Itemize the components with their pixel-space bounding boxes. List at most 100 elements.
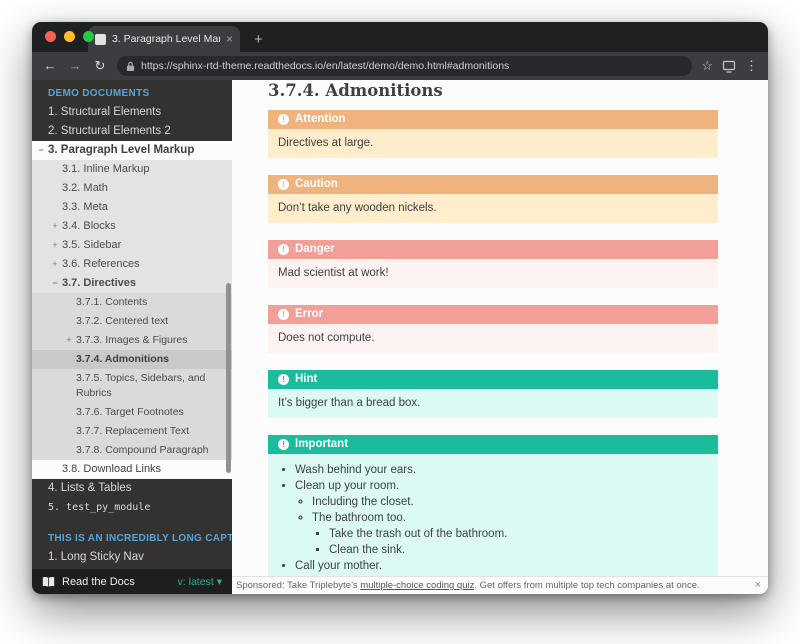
expand-icon[interactable]: + <box>50 239 60 251</box>
sidebar-item-compound-paragraph[interactable]: 3.7.8. Compound Paragraph <box>32 441 232 460</box>
url-text: https://sphinx-rtd-theme.readthedocs.io/… <box>141 60 509 72</box>
list-item: Call your mother. <box>295 558 708 574</box>
sidebar-item-inline-markup[interactable]: 3.1. Inline Markup <box>32 160 232 179</box>
list-item-text: The bathroom too. <box>312 512 406 524</box>
browser-window: 3. Paragraph Level Markup — × + ← → ↻ ht… <box>32 22 768 594</box>
sidebar-item-label: 3.7.3. Images & Figures <box>76 334 187 346</box>
tab-title: 3. Paragraph Level Markup — <box>112 33 220 45</box>
admonition-body: Wash behind your ears. Clean up your roo… <box>268 454 718 594</box>
admonition-title-text: Important <box>295 438 348 451</box>
browser-tab-bar: 3. Paragraph Level Markup — × + <box>32 22 768 52</box>
admonition-hint: ! Hint It’s bigger than a bread box. <box>268 370 718 418</box>
exclamation-circle-icon: ! <box>278 114 289 125</box>
sidebar-item-paragraph-level-markup[interactable]: − 3. Paragraph Level Markup <box>32 141 232 160</box>
browser-address-bar: ← → ↻ https://sphinx-rtd-theme.readthedo… <box>32 52 768 80</box>
admonition-title: ! Hint <box>268 370 718 389</box>
bookmark-star-icon[interactable]: ☆ <box>701 59 713 73</box>
minimize-window-button[interactable] <box>64 31 75 42</box>
admonition-title-text: Error <box>295 308 323 321</box>
expand-icon[interactable]: + <box>64 334 74 346</box>
admonition-attention: ! Attention Directives at large. <box>268 110 718 158</box>
sidebar-item-download-links[interactable]: 3.8. Download Links <box>32 460 232 479</box>
admonition-body: Does not compute. <box>268 324 718 353</box>
sidebar-item-contents[interactable]: 3.7.1. Contents <box>32 293 232 312</box>
admonition-important: ! Important Wash behind your ears. Clean… <box>268 435 718 594</box>
collapse-icon[interactable]: − <box>50 277 60 289</box>
sidebar-item-images-figures[interactable]: + 3.7.3. Images & Figures <box>32 331 232 350</box>
sidebar: DEMO DOCUMENTS 1. Structural Elements 2.… <box>32 80 232 594</box>
exclamation-circle-icon: ! <box>278 309 289 320</box>
reload-icon[interactable]: ↻ <box>92 58 108 74</box>
back-icon[interactable]: ← <box>42 58 58 74</box>
collapse-icon[interactable]: − <box>36 144 46 156</box>
ad-text: Sponsored: Take Triplebyte’s multiple-ch… <box>236 580 700 591</box>
list-item: Take the trash out of the bathroom. <box>329 526 708 542</box>
close-window-button[interactable] <box>45 31 56 42</box>
admonition-danger: ! Danger Mad scientist at work! <box>268 240 718 288</box>
sidebar-item-label: 3.5. Sidebar <box>62 239 121 251</box>
browser-tab[interactable]: 3. Paragraph Level Markup — × <box>88 26 240 52</box>
list-item: Clean up your room. Including the closet… <box>295 478 708 558</box>
sidebar-item-admonitions-current[interactable]: 3.7.4. Admonitions <box>32 350 232 369</box>
screenshot-canvas: 3. Paragraph Level Markup — × + ← → ↻ ht… <box>0 0 800 644</box>
sidebar-item-structural-elements-2[interactable]: 2. Structural Elements 2 <box>32 122 232 141</box>
admonition-caution: ! Caution Don’t take any wooden nickels. <box>268 175 718 223</box>
sidebar-item-replacement-text[interactable]: 3.7.7. Replacement Text <box>32 422 232 441</box>
new-tab-button[interactable]: + <box>254 32 263 47</box>
tab-close-icon[interactable]: × <box>226 33 233 45</box>
admonition-title-text: Attention <box>295 113 345 126</box>
sidebar-caption-long: THIS IS AN INCREDIBLY LONG CAPTION FO <box>32 525 232 548</box>
admonition-title-text: Caution <box>295 178 338 191</box>
list-item: Clean the sink. <box>329 542 708 558</box>
admonition-body: It’s bigger than a bread box. <box>268 389 718 418</box>
sidebar-scrollbar[interactable] <box>226 283 231 473</box>
ad-close-icon[interactable]: × <box>755 579 761 591</box>
sidebar-item-blocks[interactable]: + 3.4. Blocks <box>32 217 232 236</box>
rtd-version-footer[interactable]: Read the Docs v: latest ▾ <box>32 569 232 594</box>
admonition-title-text: Danger <box>295 243 335 256</box>
sidebar-item-meta[interactable]: 3.3. Meta <box>32 198 232 217</box>
version-switcher[interactable]: v: latest ▾ <box>178 576 222 588</box>
exclamation-circle-icon: ! <box>278 439 289 450</box>
url-input[interactable]: https://sphinx-rtd-theme.readthedocs.io/… <box>117 56 692 76</box>
sidebar-item-directives[interactable]: − 3.7. Directives <box>32 274 232 293</box>
list-item-text: Clean up your room. <box>295 480 399 492</box>
exclamation-circle-icon: ! <box>278 244 289 255</box>
rtd-brand-label: Read the Docs <box>62 576 135 588</box>
sidebar-item-target-footnotes[interactable]: 3.7.6. Target Footnotes <box>32 403 232 422</box>
zoom-window-button[interactable] <box>83 31 94 42</box>
admonition-title: ! Error <box>268 305 718 324</box>
ad-prefix: Sponsored: Take Triplebyte’s <box>236 580 360 591</box>
sidebar-item-label: 3.4. Blocks <box>62 220 116 232</box>
important-list: Wash behind your ears. Clean up your roo… <box>278 462 708 590</box>
sidebar-item-centered-text[interactable]: 3.7.2. Centered text <box>32 312 232 331</box>
browser-menu-icon[interactable]: ⋮ <box>745 59 758 73</box>
tab-favicon-icon <box>95 34 106 45</box>
sidebar-item-sidebar[interactable]: + 3.5. Sidebar <box>32 236 232 255</box>
lock-icon <box>126 61 135 72</box>
admonition-title: ! Caution <box>268 175 718 194</box>
sidebar-item-topics-sidebars-rubrics[interactable]: 3.7.5. Topics, Sidebars, and Rubrics <box>32 369 232 403</box>
book-icon <box>42 576 55 588</box>
admonition-title: ! Danger <box>268 240 718 259</box>
forward-icon[interactable]: → <box>67 58 83 74</box>
window-controls <box>45 31 94 42</box>
sidebar-item-label: 3.7. Directives <box>62 277 136 289</box>
list-item: The bathroom too. Take the trash out of … <box>312 510 708 558</box>
install-app-icon[interactable] <box>722 60 736 73</box>
sidebar-item-long-sticky-nav[interactable]: 1. Long Sticky Nav <box>32 548 232 567</box>
sidebar-item-structural-elements[interactable]: 1. Structural Elements <box>32 103 232 122</box>
admonition-title: ! Important <box>268 435 718 454</box>
admonition-body: Mad scientist at work! <box>268 259 718 288</box>
sidebar-item-lists-tables[interactable]: 4. Lists & Tables <box>32 479 232 498</box>
page-body: DEMO DOCUMENTS 1. Structural Elements 2.… <box>32 80 768 594</box>
page-content: 3.7.4. Admonitions ! Attention Directive… <box>232 80 768 594</box>
sidebar-item-label: 3. Paragraph Level Markup <box>48 144 194 156</box>
sidebar-item-label: 3.6. References <box>62 258 140 270</box>
sidebar-item-references[interactable]: + 3.6. References <box>32 255 232 274</box>
ad-link[interactable]: multiple-choice coding quiz <box>360 580 474 591</box>
sidebar-item-test-py-module[interactable]: 5. test_py_module <box>32 498 232 517</box>
expand-icon[interactable]: + <box>50 258 60 270</box>
sidebar-item-math[interactable]: 3.2. Math <box>32 179 232 198</box>
expand-icon[interactable]: + <box>50 220 60 232</box>
